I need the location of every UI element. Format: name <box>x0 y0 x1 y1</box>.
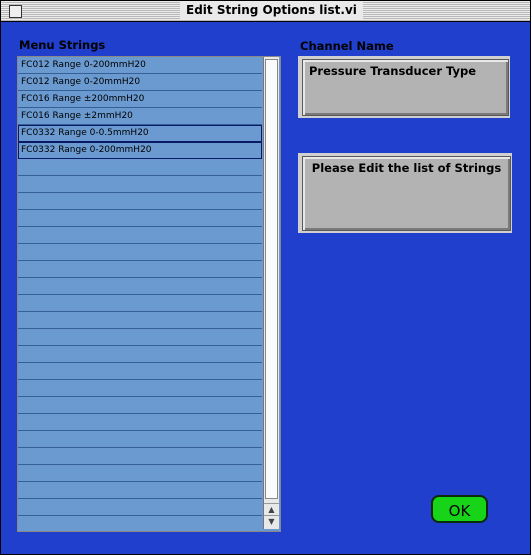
list-item[interactable]: FC012 Range 0-200mmH20 <box>18 57 262 74</box>
menu-strings-label: Menu Strings <box>19 38 106 52</box>
channel-name-value: Pressure Transducer Type <box>309 64 477 78</box>
list-item[interactable] <box>18 312 262 329</box>
ok-button[interactable]: OK <box>431 495 488 523</box>
list-rows: FC012 Range 0-200mmH20 FC012 Range 0-20mm… <box>18 57 262 531</box>
list-item[interactable] <box>18 193 262 210</box>
list-item[interactable] <box>18 363 262 380</box>
message-text: Please Edit the list of Strings <box>311 161 502 175</box>
list-item[interactable] <box>18 261 262 278</box>
list-item[interactable] <box>18 482 262 499</box>
list-item[interactable] <box>18 176 262 193</box>
list-item[interactable] <box>18 210 262 227</box>
list-item[interactable]: FC012 Range 0-20mmH20 <box>18 74 262 91</box>
list-item[interactable] <box>18 227 262 244</box>
channel-name-field[interactable]: Pressure Transducer Type <box>302 59 509 116</box>
list-item[interactable]: FC0332 Range 0-0.5mmH20 <box>18 125 262 142</box>
list-item[interactable] <box>18 499 262 516</box>
list-item[interactable] <box>18 329 262 346</box>
list-item[interactable] <box>18 159 262 176</box>
list-item[interactable] <box>18 346 262 363</box>
list-item[interactable] <box>18 380 262 397</box>
list-item[interactable] <box>18 295 262 312</box>
title-bar[interactable]: Edit String Options list.vi <box>1 1 530 22</box>
list-item[interactable] <box>18 278 262 295</box>
list-item[interactable]: FC016 Range ±200mmH20 <box>18 91 262 108</box>
list-item[interactable] <box>18 516 262 531</box>
list-item[interactable] <box>18 465 262 482</box>
list-item[interactable] <box>18 397 262 414</box>
scroll-thumb[interactable] <box>265 59 278 499</box>
list-scrollbar[interactable]: ▲ ▼ <box>263 57 279 529</box>
message-box: Please Edit the list of Strings <box>302 156 511 231</box>
list-item[interactable] <box>18 244 262 261</box>
list-item[interactable] <box>18 414 262 431</box>
vi-window: Edit String Options list.vi Menu Strings… <box>0 0 531 555</box>
list-item[interactable] <box>18 431 262 448</box>
channel-name-label: Channel Name <box>300 39 394 53</box>
window-title: Edit String Options list.vi <box>180 2 363 19</box>
menu-strings-list[interactable]: FC012 Range 0-200mmH20 FC012 Range 0-20mm… <box>17 56 281 532</box>
close-box-icon[interactable] <box>9 5 22 18</box>
list-item[interactable]: FC0332 Range 0-200mmH20 <box>18 142 262 159</box>
list-item[interactable]: FC016 Range ±2mmH20 <box>18 108 262 125</box>
scroll-up-icon[interactable]: ▲ <box>264 503 279 515</box>
scroll-down-icon[interactable]: ▼ <box>264 515 279 527</box>
list-item[interactable] <box>18 448 262 465</box>
